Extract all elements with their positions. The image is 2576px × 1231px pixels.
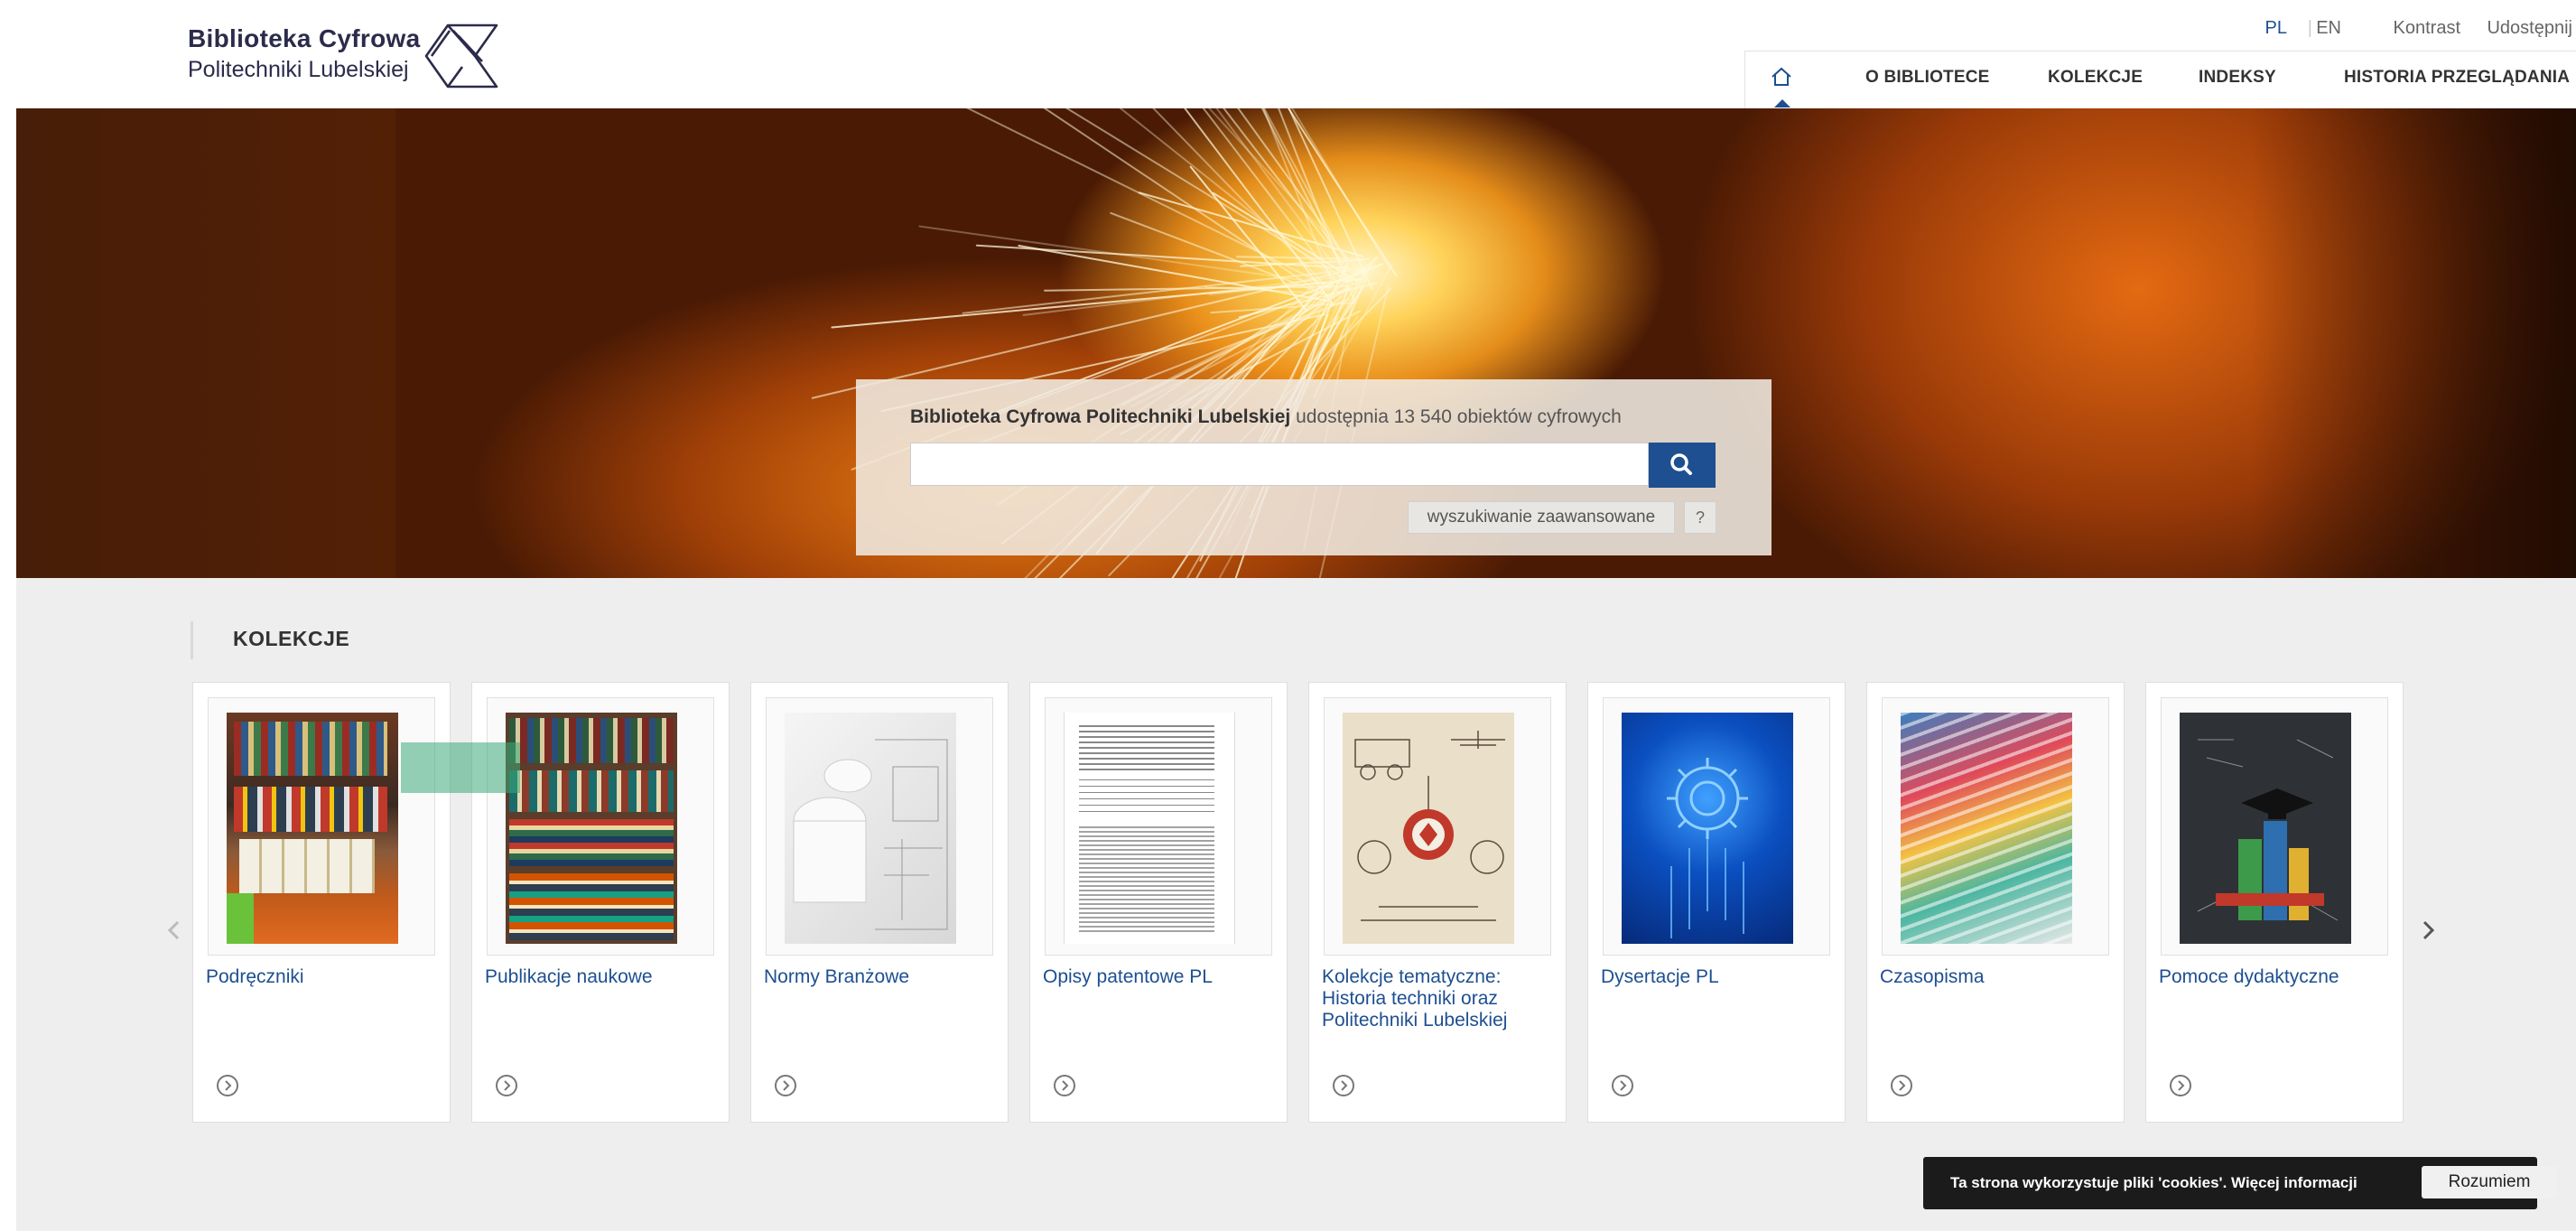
carousel-prev-icon[interactable]: [161, 917, 188, 944]
hero-shadow-right: [2251, 108, 2576, 578]
collection-thumbnail-frame: [766, 697, 993, 956]
graduation-books-icon: [2197, 739, 2339, 921]
active-nav-indicator: [1774, 99, 1790, 107]
circle-chevron-right-icon[interactable]: [215, 1073, 240, 1098]
highlight-overlay: [401, 742, 520, 793]
spark-streak: [838, 108, 1341, 294]
collection-card-opisy-patentowe[interactable]: Opisy patentowe PL: [1029, 682, 1288, 1123]
blueprint-lines-icon: [793, 739, 948, 930]
nav-indeksy[interactable]: INDEKSY: [2199, 68, 2276, 88]
chalkboard-books-thumb: [2180, 713, 2351, 944]
bookshelf-stack-photo-thumb: [506, 713, 677, 944]
circle-chevron-right-icon[interactable]: [1610, 1073, 1635, 1098]
cookie-accept-button[interactable]: Rozumiem: [2422, 1166, 2557, 1198]
cookie-text: Ta strona wykorzystuje pliki 'cookies'.: [1950, 1174, 2232, 1191]
collection-card-czasopisma[interactable]: Czasopisma: [1866, 682, 2125, 1123]
hero-shadow-left: [16, 108, 395, 578]
hero-banner: Biblioteka Cyfrowa Politechniki Lubelski…: [16, 108, 2576, 578]
collection-thumbnail-frame: [2161, 697, 2388, 956]
nav-kolekcje[interactable]: KOLEKCJE: [2048, 68, 2143, 88]
cookie-banner: Ta strona wykorzystuje pliki 'cookies'. …: [1923, 1157, 2557, 1209]
collection-card-normy-branzowe[interactable]: Normy Branżowe: [750, 682, 1009, 1123]
bookshelf-photo-thumb: [227, 713, 398, 944]
search-button[interactable]: [1649, 443, 1716, 488]
library-cube-icon[interactable]: [423, 22, 500, 90]
nav-historia-przegladania[interactable]: HISTORIA PRZEGLĄDANIA: [2344, 68, 2570, 88]
lang-separator: |: [2307, 18, 2312, 38]
magazine-stack-thumb: [1901, 713, 2072, 944]
nav-o-bibliotece[interactable]: O BIBLIOTECE: [1865, 68, 1990, 88]
collection-title[interactable]: Publikacje naukowe: [485, 966, 718, 988]
collections-title: KOLEKCJE: [233, 627, 350, 650]
collection-card-kolekcje-tematyczne[interactable]: Kolekcje tematyczne: Historia techniki o…: [1308, 682, 1567, 1123]
emblem-collage-icon: [1354, 731, 1505, 921]
site-header: Biblioteka Cyfrowa Politechniki Lubelski…: [0, 0, 2576, 109]
collection-title[interactable]: Normy Branżowe: [764, 966, 997, 988]
circle-chevron-right-icon[interactable]: [1331, 1073, 1356, 1098]
collection-title[interactable]: Dysertacje PL: [1601, 966, 1834, 988]
circle-chevron-right-icon[interactable]: [1889, 1073, 1914, 1098]
collection-title[interactable]: Opisy patentowe PL: [1043, 966, 1276, 988]
gear-icon: [1667, 758, 1748, 938]
logo-title: Biblioteka Cyfrowa: [188, 24, 421, 52]
collections-section: KOLEKCJE Podręczniki Publikacje naukowe …: [16, 578, 2576, 1231]
collection-thumbnail-frame: [1603, 697, 1830, 956]
logo-subtitle: Politechniki Lubelskiej: [188, 57, 409, 82]
blueprint-rolls-thumb: [785, 713, 956, 944]
circle-chevron-right-icon[interactable]: [494, 1073, 519, 1098]
spark-streak: [1018, 244, 1328, 302]
section-title-bar: [191, 621, 193, 659]
search-panel: Biblioteka Cyfrowa Politechniki Lubelski…: [856, 379, 1772, 555]
collection-thumbnail-frame: [487, 697, 714, 956]
circle-chevron-right-icon[interactable]: [2168, 1073, 2193, 1098]
search-heading-library: Biblioteka Cyfrowa Politechniki Lubelski…: [910, 406, 1291, 427]
lang-en-link[interactable]: EN: [2316, 18, 2341, 39]
collection-thumbnail-frame: [208, 697, 435, 956]
collection-title[interactable]: Czasopisma: [1880, 966, 2113, 988]
share-link[interactable]: Udostępnij: [2487, 18, 2572, 39]
circle-chevron-right-icon[interactable]: [1052, 1073, 1077, 1098]
contrast-link[interactable]: Kontrast: [2394, 18, 2460, 39]
search-input[interactable]: [910, 443, 1649, 486]
advanced-search-button[interactable]: wyszukiwanie zaawansowane: [1408, 501, 1675, 534]
collection-title[interactable]: Pomoce dydaktyczne: [2159, 966, 2392, 988]
collection-thumbnail-frame: [1882, 697, 2109, 956]
circle-chevron-right-icon[interactable]: [773, 1073, 798, 1098]
search-heading: Biblioteka Cyfrowa Politechniki Lubelski…: [910, 406, 1622, 428]
home-icon[interactable]: [1769, 64, 1794, 89]
carousel-next-icon[interactable]: [2414, 917, 2441, 944]
cookie-more-info-link[interactable]: Więcej informacji: [2231, 1174, 2357, 1191]
cookie-message: Ta strona wykorzystuje pliki 'cookies'. …: [1950, 1174, 2357, 1192]
main-nav: O BIBLIOTECE KOLEKCJE INDEKSY HISTORIA P…: [1744, 51, 2576, 109]
vintage-technology-collage-thumb: [1343, 713, 1514, 944]
search-heading-count: udostępnia 13 540 obiektów cyfrowych: [1290, 406, 1622, 427]
collection-thumbnail-frame: [1324, 697, 1551, 956]
search-help-button[interactable]: ?: [1684, 501, 1716, 534]
patent-document-thumb: [1064, 713, 1235, 944]
collection-title[interactable]: Kolekcje tematyczne: Historia techniki o…: [1322, 966, 1555, 1031]
collection-title[interactable]: Podręczniki: [206, 966, 439, 988]
collection-card-pomoce-dydaktyczne[interactable]: Pomoce dydaktyczne: [2145, 682, 2404, 1123]
search-icon: [1670, 453, 1692, 475]
blue-circuit-gear-thumb: [1622, 713, 1793, 944]
lang-pl-link[interactable]: PL: [2265, 18, 2287, 39]
collection-card-dysertacje[interactable]: Dysertacje PL: [1587, 682, 1846, 1123]
collection-thumbnail-frame: [1045, 697, 1272, 956]
site-logo[interactable]: Biblioteka Cyfrowa Politechniki Lubelski…: [188, 23, 420, 85]
